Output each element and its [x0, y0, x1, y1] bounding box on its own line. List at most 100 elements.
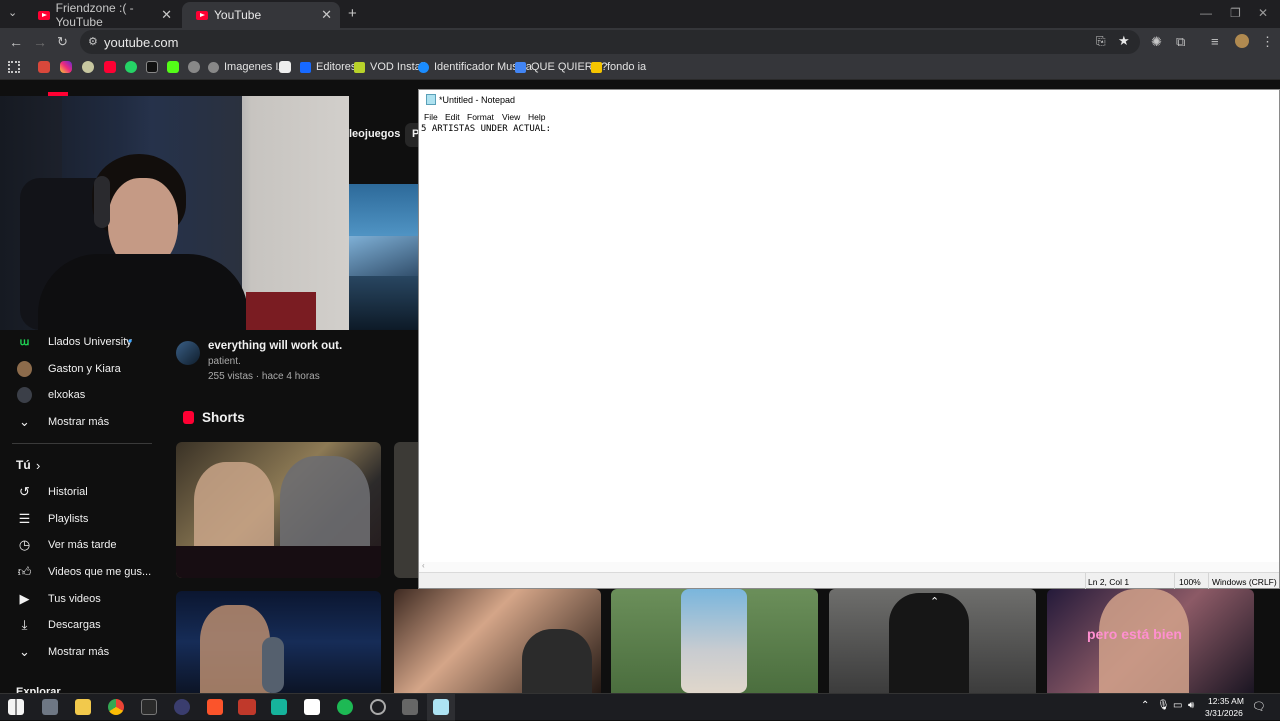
notepad-titlebar[interactable]: *Untitled - Notepad — [419, 90, 1279, 110]
bookmark-kick-icon[interactable] — [167, 61, 179, 73]
sidebar-historial[interactable]: ↺ Historial — [0, 479, 160, 505]
site-info-icon[interactable]: ⚙ — [88, 35, 98, 48]
extensions-puzzle-icon[interactable]: ⧉ — [1176, 34, 1185, 50]
notifications-icon[interactable]: 🗨︎ — [1252, 700, 1266, 713]
back-icon[interactable]: ← — [9, 34, 23, 50]
obs-icon[interactable] — [174, 699, 190, 715]
notepad-window: *Untitled - Notepad File Edit Format Vie… — [418, 89, 1280, 589]
status-divider — [1174, 573, 1175, 589]
chrome-menu-icon[interactable]: ⋮ — [1261, 34, 1274, 50]
sidebar-playlists[interactable]: ☰ Playlists — [0, 506, 160, 532]
short-thumbnail-1[interactable] — [176, 442, 381, 578]
bookmark-link-icon[interactable] — [82, 61, 94, 73]
bookmark-fondo-ia[interactable]: fondo ia — [591, 61, 646, 73]
video-thumbnail[interactable] — [349, 184, 418, 330]
menu-edit[interactable]: Edit — [445, 112, 460, 122]
tab-friendzone[interactable]: Friendzone :( - YouTube ✕ — [24, 1, 180, 29]
short-thumbnail-2[interactable] — [394, 442, 418, 578]
notepad-text-area[interactable]: 5 ARTISTAS UNDER ACTUAL: — [421, 124, 551, 134]
bookmark-tiktok-icon[interactable] — [146, 61, 158, 73]
microphone-icon[interactable]: 🎙︎ — [1157, 700, 1170, 711]
sidebar-show-more-you[interactable]: ⌄ Mostrar más — [0, 639, 160, 665]
bookmark-youtube-icon[interactable] — [104, 61, 116, 73]
your-videos-icon: ▶ — [19, 591, 30, 606]
video-title[interactable]: everything will work out. — [208, 340, 342, 352]
tab-search-chevron-icon[interactable]: ⌄ — [8, 6, 17, 19]
short-thumbnail-5[interactable] — [611, 589, 818, 693]
sidebar-show-more-subs[interactable]: ⌄ Mostrar más — [0, 409, 160, 435]
url-text[interactable]: youtube.com — [104, 35, 178, 50]
chevron-down-icon: ⌄ — [19, 644, 30, 659]
file-explorer-icon[interactable] — [75, 699, 91, 715]
apps-grid-icon[interactable] — [8, 61, 20, 73]
bookmark-instagram-icon[interactable] — [60, 61, 72, 73]
voicemeeter-icon[interactable] — [238, 699, 256, 715]
short-thumbnail-4[interactable] — [394, 589, 601, 693]
short-thumbnail-3[interactable] — [176, 591, 381, 693]
sidebar-downloads[interactable]: ⤓ Descargas — [0, 612, 160, 638]
menu-view[interactable]: View — [502, 112, 520, 122]
sidebar-watch-later[interactable]: ◷ Ver más tarde — [0, 532, 160, 558]
install-app-icon[interactable]: ⎘ — [1096, 34, 1106, 49]
network-icon[interactable]: ▭ — [1173, 700, 1182, 711]
thumbnail-mountain — [349, 236, 418, 276]
close-window-icon[interactable]: ✕ — [1258, 6, 1268, 20]
bookmark-vod-install[interactable]: VOD Install — [354, 61, 426, 73]
task-view-icon[interactable] — [42, 699, 58, 715]
short-thumbnail-7[interactable]: pero está bien — [1047, 589, 1254, 693]
forward-icon[interactable]: → — [33, 34, 47, 50]
new-tab-button[interactable]: + — [348, 5, 357, 22]
close-tab-icon[interactable]: ✕ — [321, 7, 332, 23]
omnibox[interactable]: ⚙ youtube.com ⎘ ★ — [80, 30, 1140, 54]
bookmark-star-icon[interactable]: ★ — [1118, 33, 1130, 49]
profile-avatar[interactable] — [1235, 34, 1249, 48]
sidebar-sub-llados[interactable]: ա Llados University • — [0, 329, 160, 355]
chip-partial[interactable]: P — [405, 123, 419, 147]
channel-avatar[interactable] — [176, 341, 200, 365]
webcam-person-body — [38, 254, 248, 330]
chrome-taskbar-icon[interactable] — [108, 699, 124, 715]
bookmark-imagenes-ia[interactable]: Imagenes IA — [208, 61, 286, 73]
app-bot-icon[interactable] — [402, 699, 418, 715]
start-windows-icon[interactable] — [8, 699, 24, 715]
tab-title: YouTube — [214, 8, 262, 22]
sidebar-liked-videos[interactable]: 👍︎ Videos que me gus... — [0, 559, 160, 585]
epic-games-icon[interactable] — [141, 699, 157, 715]
media-controls-icon[interactable]: ≡ — [1211, 34, 1219, 49]
sidebar-sub-gaston-kiara[interactable]: Gaston y Kiara — [0, 356, 160, 382]
sidebar-your-videos[interactable]: ▶ Tus videos — [0, 586, 160, 612]
short-thumbnail-6[interactable]: ⌃ — [829, 589, 1036, 693]
spotify-icon[interactable] — [337, 699, 353, 715]
short-thumb-bar — [176, 546, 381, 578]
minimize-icon[interactable]: — — [1200, 6, 1212, 20]
maximize-icon[interactable]: ❐ — [1230, 6, 1241, 20]
extension-icon[interactable]: ✺ — [1151, 34, 1162, 50]
menu-file[interactable]: File — [424, 112, 438, 122]
tab-youtube[interactable]: YouTube ✕ — [182, 2, 340, 28]
app-circle-icon[interactable] — [370, 699, 386, 715]
volume-icon[interactable]: 🔊︎ — [1188, 700, 1194, 711]
taskbar-time[interactable]: 12:35 AM — [1208, 696, 1244, 706]
bookmark-whatsapp-icon[interactable] — [125, 61, 137, 73]
bookmark-editores[interactable]: Editores — [300, 61, 356, 73]
thumbs-up-icon: 👍︎ — [17, 564, 32, 579]
reload-icon[interactable]: ↻ — [57, 34, 68, 50]
close-tab-icon[interactable]: ✕ — [161, 7, 172, 23]
browser-toolbar: ← → ↻ ⚙ youtube.com ⎘ ★ ✺ ⧉ ≡ ⋮ — [0, 28, 1280, 56]
menu-help[interactable]: Help — [528, 112, 545, 122]
capcut-icon[interactable] — [304, 699, 320, 715]
tray-chevron-icon[interactable]: ⌃ — [1141, 700, 1149, 711]
app-green-icon[interactable] — [271, 699, 287, 715]
bookmark-globe-icon[interactable] — [188, 61, 200, 73]
horizontal-scrollbar[interactable]: ‹ — [419, 561, 1279, 572]
taskbar-date[interactable]: 3/31/2026 — [1205, 708, 1243, 718]
bookmark-gmail-icon[interactable] — [38, 61, 50, 73]
bookmark-notion-icon[interactable] — [279, 61, 291, 73]
sidebar-sub-elxokas[interactable]: elxokas — [0, 382, 160, 408]
chip-videojuegos[interactable]: leojuegos — [349, 128, 400, 140]
menu-format[interactable]: Format — [467, 112, 494, 122]
scroll-left-icon[interactable]: ‹ — [422, 561, 425, 570]
video-channel[interactable]: patient. — [208, 356, 241, 367]
sidebar-you-header[interactable]: Tú › — [0, 452, 160, 478]
brave-icon[interactable] — [207, 699, 223, 715]
